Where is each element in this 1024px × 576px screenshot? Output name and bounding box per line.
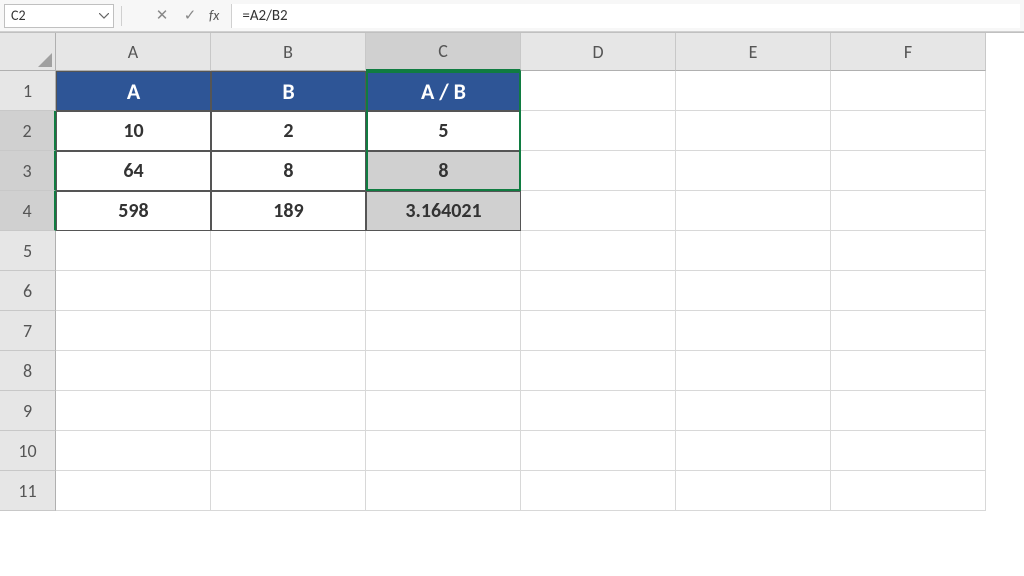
cell-D10[interactable] (521, 431, 676, 471)
cell-B1[interactable]: B (211, 71, 366, 111)
row-header-3[interactable]: 3 (0, 151, 56, 191)
cell-C8[interactable] (366, 351, 521, 391)
cell-B10[interactable] (211, 431, 366, 471)
cell-A6[interactable] (56, 271, 211, 311)
cell-E11[interactable] (676, 471, 831, 511)
cell-F1[interactable] (831, 71, 986, 111)
cell-E8[interactable] (676, 351, 831, 391)
cell-D9[interactable] (521, 391, 676, 431)
cell-F2[interactable] (831, 111, 986, 151)
cell-D5[interactable] (521, 231, 676, 271)
row-header-6[interactable]: 6 (0, 271, 56, 311)
cell-C7[interactable] (366, 311, 521, 351)
cell-F9[interactable] (831, 391, 986, 431)
name-box-value: C2 (11, 7, 26, 24)
cell-A3[interactable]: 64 (56, 151, 211, 191)
name-box[interactable]: C2 (4, 4, 114, 28)
cell-E3[interactable] (676, 151, 831, 191)
cell-D4[interactable] (521, 191, 676, 231)
cell-D11[interactable] (521, 471, 676, 511)
cell-A4[interactable]: 598 (56, 191, 211, 231)
cell-D6[interactable] (521, 271, 676, 311)
cell-D8[interactable] (521, 351, 676, 391)
formula-controls: ✕ ✓ fx (149, 4, 227, 28)
cell-F6[interactable] (831, 271, 986, 311)
cell-C11[interactable] (366, 471, 521, 511)
col-header-C[interactable]: C (366, 33, 521, 71)
cell-F5[interactable] (831, 231, 986, 271)
col-header-F[interactable]: F (831, 33, 986, 71)
cell-B2[interactable]: 2 (211, 111, 366, 151)
row-header-1[interactable]: 1 (0, 71, 56, 111)
row-header-5[interactable]: 5 (0, 231, 56, 271)
cell-F7[interactable] (831, 311, 986, 351)
col-header-E[interactable]: E (676, 33, 831, 71)
cell-B8[interactable] (211, 351, 366, 391)
cell-E10[interactable] (676, 431, 831, 471)
cell-C4[interactable]: 3.164021 (366, 191, 521, 231)
cell-B3[interactable]: 8 (211, 151, 366, 191)
confirm-formula-button[interactable]: ✓ (177, 4, 203, 28)
cell-F4[interactable] (831, 191, 986, 231)
cell-B6[interactable] (211, 271, 366, 311)
cell-A10[interactable] (56, 431, 211, 471)
cell-B11[interactable] (211, 471, 366, 511)
cell-C5[interactable] (366, 231, 521, 271)
row-header-8[interactable]: 8 (0, 351, 56, 391)
select-all-corner[interactable] (0, 33, 56, 71)
cell-D2[interactable] (521, 111, 676, 151)
row-header-7[interactable]: 7 (0, 311, 56, 351)
col-header-B[interactable]: B (211, 33, 366, 71)
cell-D7[interactable] (521, 311, 676, 351)
cell-E6[interactable] (676, 271, 831, 311)
cancel-formula-button[interactable]: ✕ (149, 4, 175, 28)
formula-bar: C2 ✕ ✓ fx =A2/B2 (0, 0, 1024, 32)
name-box-dropdown-icon[interactable] (97, 9, 111, 23)
col-header-D[interactable]: D (521, 33, 676, 71)
divider (121, 6, 122, 26)
cell-F11[interactable] (831, 471, 986, 511)
cell-C9[interactable] (366, 391, 521, 431)
cell-B4[interactable]: 189 (211, 191, 366, 231)
cell-E1[interactable] (676, 71, 831, 111)
cell-A8[interactable] (56, 351, 211, 391)
cell-E4[interactable] (676, 191, 831, 231)
row-header-10[interactable]: 10 (0, 431, 56, 471)
cell-D3[interactable] (521, 151, 676, 191)
cell-C3[interactable]: 8 (366, 151, 521, 191)
row-header-11[interactable]: 11 (0, 471, 56, 511)
cell-E7[interactable] (676, 311, 831, 351)
fx-button[interactable]: fx (209, 7, 219, 24)
cell-D1[interactable] (521, 71, 676, 111)
cell-C1[interactable]: A / B (366, 71, 521, 111)
spreadsheet-grid: A B C D E F 1 A B A / B 2 10 2 5 3 64 8 … (0, 32, 1024, 511)
cell-A9[interactable] (56, 391, 211, 431)
cell-A11[interactable] (56, 471, 211, 511)
row-header-9[interactable]: 9 (0, 391, 56, 431)
row-header-2[interactable]: 2 (0, 111, 56, 151)
cell-C6[interactable] (366, 271, 521, 311)
cell-E5[interactable] (676, 231, 831, 271)
cell-B7[interactable] (211, 311, 366, 351)
cell-B5[interactable] (211, 231, 366, 271)
cell-B9[interactable] (211, 391, 366, 431)
cell-A5[interactable] (56, 231, 211, 271)
cell-F8[interactable] (831, 351, 986, 391)
cell-A1[interactable]: A (56, 71, 211, 111)
formula-input[interactable]: =A2/B2 (231, 4, 1020, 28)
row-header-4[interactable]: 4 (0, 191, 56, 231)
cell-E2[interactable] (676, 111, 831, 151)
cell-C10[interactable] (366, 431, 521, 471)
cell-A2[interactable]: 10 (56, 111, 211, 151)
cell-A7[interactable] (56, 311, 211, 351)
cell-F10[interactable] (831, 431, 986, 471)
col-header-A[interactable]: A (56, 33, 211, 71)
cell-C2[interactable]: 5 (366, 111, 521, 151)
formula-text: =A2/B2 (242, 7, 287, 25)
cell-F3[interactable] (831, 151, 986, 191)
cell-E9[interactable] (676, 391, 831, 431)
